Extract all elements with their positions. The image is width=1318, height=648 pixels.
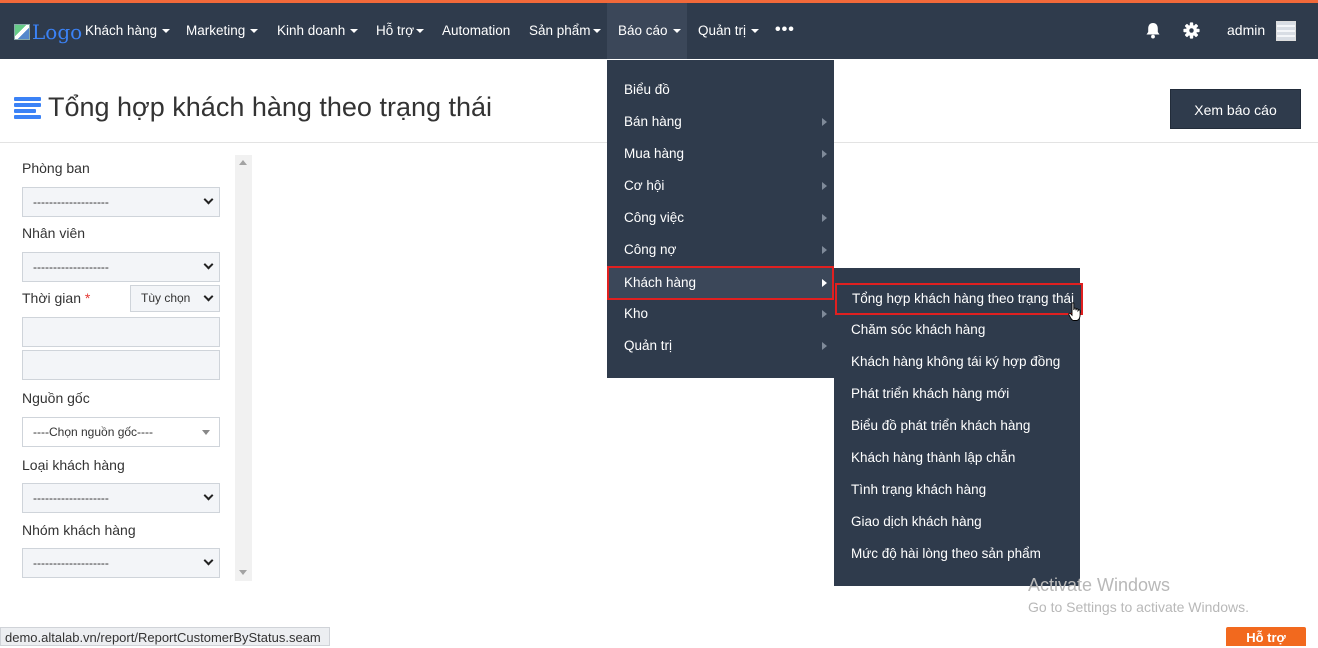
chevron-right-icon bbox=[822, 118, 827, 126]
nav-kinh-doanh[interactable]: Kinh doanh bbox=[277, 3, 359, 59]
activate-windows-subtitle: Go to Settings to activate Windows. bbox=[1028, 599, 1249, 615]
nav-quan-tri[interactable]: Quản trị bbox=[698, 3, 760, 59]
user-name[interactable]: admin bbox=[1227, 3, 1265, 59]
customer-group-label: Nhóm khách hàng bbox=[22, 522, 136, 538]
chevron-right-icon bbox=[822, 214, 827, 222]
submenu-item-growth-chart[interactable]: Biểu đồ phát triển khách hàng bbox=[834, 410, 1080, 442]
support-button[interactable]: Hỗ trợ bbox=[1226, 627, 1306, 646]
avatar[interactable] bbox=[1276, 21, 1296, 41]
chevron-down-icon bbox=[203, 259, 214, 270]
filter-panel: Phòng ban ------------------- Nhân viên … bbox=[0, 155, 235, 581]
menu-item-cong-viec[interactable]: Công việc bbox=[607, 202, 834, 234]
chevron-down-icon bbox=[203, 555, 214, 566]
submenu-item-satisfaction[interactable]: Mức độ hài lòng theo sản phẩm bbox=[834, 538, 1080, 570]
caret-down-icon bbox=[350, 29, 359, 34]
activate-windows-title: Activate Windows bbox=[1028, 575, 1171, 595]
staff-label: Nhân viên bbox=[22, 225, 86, 241]
caret-down-icon bbox=[416, 29, 425, 34]
submenu-item-new-customers[interactable]: Phát triển khách hàng mới bbox=[834, 378, 1080, 410]
view-report-button[interactable]: Xem báo cáo bbox=[1170, 89, 1301, 129]
customer-report-submenu: Tổng hợp khách hàng theo trạng thái Chăm… bbox=[834, 268, 1083, 586]
caret-down-icon bbox=[162, 29, 171, 34]
caret-down-icon bbox=[592, 29, 601, 34]
nav-khach-hang[interactable]: Khách hàng bbox=[85, 3, 171, 59]
source-select[interactable]: ----Chọn nguồn gốc---- bbox=[22, 417, 220, 447]
report-dropdown-menu: Biểu đồ Bán hàng Mua hàng Cơ hội Công vi… bbox=[607, 60, 834, 378]
submenu-item-customer-care[interactable]: Chăm sóc khách hàng bbox=[834, 314, 1080, 346]
department-label: Phòng ban bbox=[22, 160, 90, 176]
caret-down-icon bbox=[250, 29, 259, 34]
scroll-down-icon[interactable] bbox=[239, 570, 247, 575]
gear-icon[interactable] bbox=[1183, 22, 1200, 39]
chevron-right-icon bbox=[822, 342, 827, 350]
staff-select[interactable]: ------------------- bbox=[22, 252, 220, 282]
logo-alt-text: Logo bbox=[32, 20, 83, 44]
filter-scrollbar[interactable] bbox=[235, 155, 252, 581]
date-from-input[interactable] bbox=[22, 317, 220, 347]
required-marker: * bbox=[84, 290, 91, 306]
chevron-right-icon bbox=[822, 310, 827, 318]
nav-marketing[interactable]: Marketing bbox=[186, 3, 259, 59]
caret-down-icon bbox=[202, 430, 210, 435]
customer-type-label: Loại khách hàng bbox=[22, 457, 125, 473]
bell-icon[interactable] bbox=[1145, 22, 1161, 39]
menu-item-co-hoi[interactable]: Cơ hội bbox=[607, 170, 834, 202]
menu-item-mua-hang[interactable]: Mua hàng bbox=[607, 138, 834, 170]
menu-item-cong-no[interactable]: Công nợ bbox=[607, 234, 834, 266]
chevron-right-icon bbox=[822, 182, 827, 190]
chevron-down-icon bbox=[203, 490, 214, 501]
submenu-item-anniversary[interactable]: Khách hàng thành lập chẵn bbox=[834, 442, 1080, 474]
department-select[interactable]: ------------------- bbox=[22, 187, 220, 217]
customer-group-select[interactable]: ------------------- bbox=[22, 548, 220, 578]
menu-item-ban-hang[interactable]: Bán hàng bbox=[607, 106, 834, 138]
time-mode-select[interactable]: Tùy chọn bbox=[130, 285, 220, 312]
scroll-up-icon[interactable] bbox=[239, 160, 247, 165]
menu-item-quan-tri[interactable]: Quản trị bbox=[607, 330, 834, 362]
chevron-down-icon bbox=[203, 291, 214, 302]
chevron-right-icon bbox=[822, 246, 827, 254]
logo[interactable]: Logo bbox=[14, 20, 83, 44]
more-menu-icon[interactable]: ••• bbox=[775, 3, 795, 59]
hand-cursor-icon bbox=[1068, 302, 1081, 321]
submenu-item-customer-status[interactable]: Tình trạng khách hàng bbox=[834, 474, 1080, 506]
nav-automation[interactable]: Automation bbox=[442, 3, 510, 59]
chevron-down-icon bbox=[203, 194, 214, 205]
top-navbar: Logo Khách hàng Marketing Kinh doanh Hỗ … bbox=[0, 3, 1318, 59]
status-bar-url: demo.altalab.vn/report/ReportCustomerByS… bbox=[0, 627, 330, 646]
nav-san-pham[interactable]: Sản phẩm bbox=[529, 3, 601, 59]
caret-down-icon bbox=[751, 29, 760, 34]
date-to-input[interactable] bbox=[22, 350, 220, 380]
chevron-right-icon bbox=[822, 150, 827, 158]
submenu-item-not-renewed[interactable]: Khách hàng không tái ký hợp đồng bbox=[834, 346, 1080, 378]
time-label: Thời gian * bbox=[22, 290, 91, 306]
menu-item-khach-hang[interactable]: Khách hàng bbox=[607, 266, 834, 300]
caret-down-icon bbox=[672, 29, 681, 34]
nav-ho-tro[interactable]: Hỗ trợ bbox=[376, 3, 425, 59]
submenu-item-status-summary[interactable]: Tổng hợp khách hàng theo trạng thái bbox=[835, 283, 1083, 315]
broken-image-icon bbox=[14, 24, 30, 40]
menu-item-kho[interactable]: Kho bbox=[607, 298, 834, 330]
nav-bao-cao[interactable]: Báo cáo bbox=[607, 3, 687, 59]
page-title: Tổng hợp khách hàng theo trạng thái bbox=[48, 92, 493, 122]
customer-type-select[interactable]: ------------------- bbox=[22, 483, 220, 513]
menu-item-bieu-do[interactable]: Biểu đồ bbox=[607, 74, 834, 106]
chevron-right-icon bbox=[822, 279, 827, 287]
source-label: Nguồn gốc bbox=[22, 390, 90, 406]
submenu-item-transactions[interactable]: Giao dịch khách hàng bbox=[834, 506, 1080, 538]
list-icon bbox=[14, 97, 41, 119]
